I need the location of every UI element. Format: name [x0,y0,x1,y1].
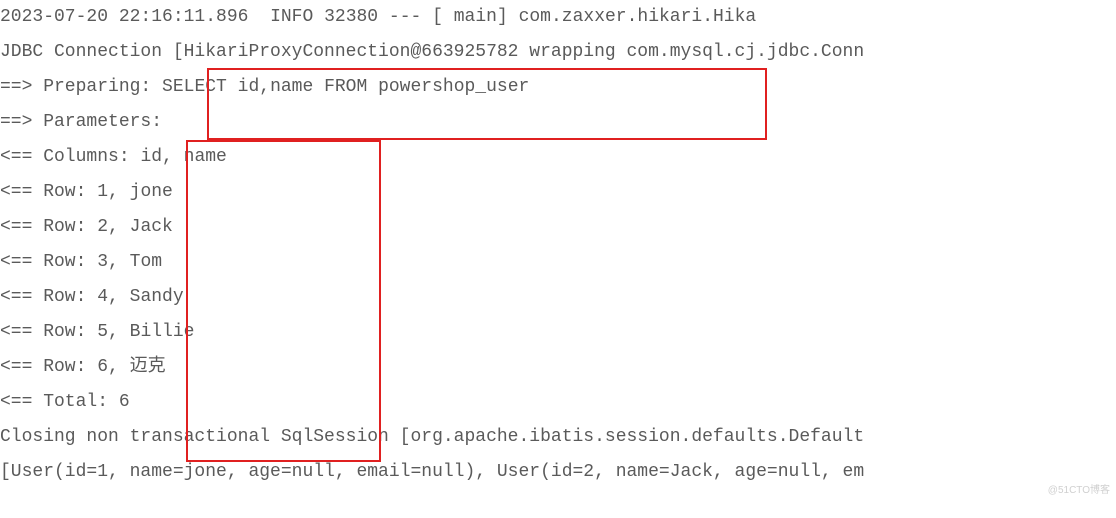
row-value: 3, Tom [97,252,162,272]
log-output: 2023-07-20 22:16:11.896 INFO 32380 --- [… [0,0,1116,490]
log-line-row: <== Row: 5, Billie [0,315,1116,350]
timestamp: 2023-07-20 22:16:11.896 [0,7,248,27]
row-label: <== Row: [0,252,86,272]
columns-value: id, name [140,147,226,167]
sql-statement: SELECT id,name FROM powershop_user [162,77,529,97]
row-value: 6, 迈克 [97,357,165,377]
row-value: 4, Sandy [97,287,183,307]
log-line-timestamp: 2023-07-20 22:16:11.896 INFO 32380 --- [… [0,0,1116,35]
log-line-closing: Closing non transactional SqlSession [or… [0,420,1116,455]
row-value: 1, jone [97,182,173,202]
row-value: 5, Billie [97,322,194,342]
log-line-jdbc: JDBC Connection [HikariProxyConnection@6… [0,35,1116,70]
pid: 32380 [324,7,378,27]
log-line-row: <== Row: 6, 迈克 [0,350,1116,385]
log-line-columns: <== Columns: id, name [0,140,1116,175]
row-label: <== Row: [0,182,86,202]
row-label: <== Row: [0,357,86,377]
row-value: 2, Jack [97,217,173,237]
log-line-row: <== Row: 2, Jack [0,210,1116,245]
thread-name: [ main] [432,7,508,27]
separator: --- [389,7,421,27]
total-value: 6 [119,392,130,412]
log-line-user: [User(id=1, name=jone, age=null, email=n… [0,455,1116,490]
row-label: <== Row: [0,287,86,307]
log-level: INFO [270,7,313,27]
row-label: <== Row: [0,322,86,342]
log-line-row: <== Row: 1, jone [0,175,1116,210]
log-line-row: <== Row: 4, Sandy [0,280,1116,315]
parameters-label: ==> Parameters: [0,112,162,132]
log-line-parameters: ==> Parameters: [0,105,1116,140]
log-line-total: <== Total: 6 [0,385,1116,420]
row-label: <== Row: [0,217,86,237]
log-line-row: <== Row: 3, Tom [0,245,1116,280]
watermark: @51CTO博客 [1048,481,1110,501]
columns-label: <== Columns: [0,147,130,167]
preparing-label: ==> Preparing: [0,77,151,97]
log-line-preparing: ==> Preparing: SELECT id,name FROM power… [0,70,1116,105]
logger-name: com.zaxxer.hikari.Hika [519,7,757,27]
total-label: <== Total: [0,392,108,412]
